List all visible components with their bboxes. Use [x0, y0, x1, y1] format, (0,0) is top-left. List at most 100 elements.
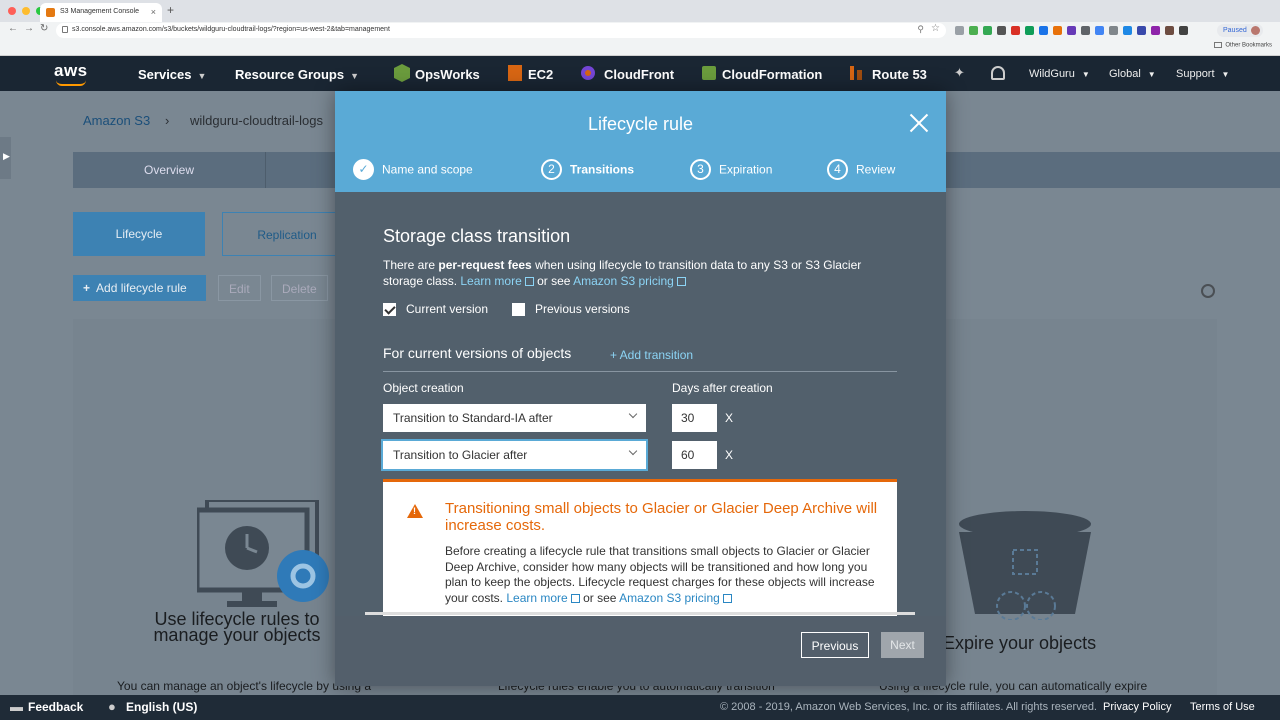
breadcrumb-amazon-s3[interactable]: Amazon S3 — [83, 113, 150, 128]
bookmark-star-icon[interactable]: ☆ — [931, 23, 940, 34]
cloudformation-link[interactable]: CloudFormation — [722, 67, 822, 82]
minimize-window-icon[interactable] — [22, 7, 30, 15]
remove-transition-1[interactable]: X — [725, 411, 733, 425]
subtab-lifecycle[interactable]: Lifecycle — [73, 212, 205, 256]
refresh-icon[interactable] — [1201, 284, 1215, 298]
add-lifecycle-rule-button[interactable]: + Add lifecycle rule — [73, 275, 206, 301]
tab-bar: S3 Management Console × + — [0, 0, 1280, 22]
next-button[interactable]: Next — [881, 632, 924, 658]
reload-icon[interactable]: ↻ — [40, 23, 48, 34]
aws-smile-icon — [56, 80, 86, 86]
new-tab-icon[interactable]: + — [167, 3, 174, 17]
pricing-link[interactable]: Amazon S3 pricing — [619, 591, 720, 605]
extension-icon[interactable] — [969, 26, 978, 35]
bell-icon[interactable] — [991, 66, 1005, 80]
chevron-down-icon: ▼ — [1147, 70, 1156, 79]
cloudformation-icon — [702, 66, 716, 80]
extension-icon[interactable] — [1053, 26, 1062, 35]
close-icon[interactable] — [909, 113, 929, 133]
aws-logo[interactable]: aws — [54, 61, 88, 81]
forward-icon[interactable]: → — [24, 23, 34, 34]
services-menu[interactable]: Services ▼ — [138, 67, 206, 82]
step-name-and-scope[interactable]: ✓ Name and scope — [353, 159, 473, 181]
tab-overview[interactable]: Overview — [73, 152, 266, 188]
extension-icon[interactable] — [1067, 26, 1076, 35]
edit-button[interactable]: Edit — [218, 275, 261, 301]
extension-icon[interactable] — [1123, 26, 1132, 35]
step-transitions[interactable]: 2 Transitions — [541, 159, 634, 181]
days-input-2[interactable]: 60 — [672, 441, 717, 469]
previous-versions-checkbox[interactable]: Previous versions — [512, 302, 630, 317]
extension-icon[interactable] — [1011, 26, 1020, 35]
chevron-down-icon: ▼ — [1081, 70, 1090, 79]
step-number: 2 — [541, 159, 562, 180]
extension-icon[interactable] — [1137, 26, 1146, 35]
zoom-icon[interactable]: ⚲ — [917, 24, 924, 35]
opsworks-link[interactable]: OpsWorks — [415, 67, 480, 82]
privacy-policy-link[interactable]: Privacy Policy — [1103, 701, 1171, 713]
chevron-down-icon — [628, 446, 638, 456]
transition-select-2[interactable]: Transition to Glacier after — [381, 439, 648, 471]
step-expiration[interactable]: 3 Expiration — [690, 159, 772, 181]
opsworks-icon — [394, 64, 410, 82]
previous-versions-label: Previous versions — [535, 302, 630, 316]
extension-icon[interactable] — [1081, 26, 1090, 35]
current-version-checkbox[interactable]: Current version — [383, 302, 488, 317]
cloudfront-icon — [581, 66, 595, 80]
step-label: Review — [856, 162, 896, 177]
pricing-link[interactable]: Amazon S3 pricing — [573, 274, 674, 288]
route53-link[interactable]: Route 53 — [872, 67, 927, 82]
feedback-link[interactable]: Feedback — [28, 700, 83, 714]
browser-tab-title: S3 Management Console — [60, 8, 139, 15]
language-selector[interactable]: English (US) — [126, 700, 197, 714]
add-transition-link[interactable]: + Add transition — [610, 348, 693, 362]
horizontal-scrollbar[interactable] — [365, 612, 915, 615]
cloudfront-link[interactable]: CloudFront — [604, 67, 674, 82]
remove-transition-2[interactable]: X — [725, 448, 733, 462]
days-input-1[interactable]: 30 — [672, 404, 717, 432]
extension-icon[interactable] — [1039, 26, 1048, 35]
sidebar-toggle[interactable]: ▶ — [0, 137, 11, 179]
extension-icon[interactable] — [1025, 26, 1034, 35]
subtab-replication[interactable]: Replication — [222, 212, 352, 256]
checkbox-checked-icon[interactable] — [383, 303, 396, 317]
close-tab-icon[interactable]: × — [151, 7, 156, 17]
address-bar[interactable]: s3.console.aws.amazon.com/s3/buckets/wil… — [56, 23, 946, 38]
transition-select-1[interactable]: Transition to Standard-IA after — [383, 404, 646, 432]
learn-more-link[interactable]: Learn more — [506, 591, 567, 605]
step-review[interactable]: 4 Review — [827, 159, 895, 181]
current-versions-heading: For current versions of objects — [383, 345, 572, 361]
extension-icon[interactable] — [997, 26, 1006, 35]
extension-icon[interactable] — [1109, 26, 1118, 35]
other-bookmarks[interactable]: Other Bookmarks — [1214, 42, 1272, 49]
browser-tab[interactable]: S3 Management Console × — [40, 3, 162, 22]
learn-more-link[interactable]: Learn more — [460, 274, 521, 288]
resource-groups-menu[interactable]: Resource Groups ▼ — [235, 67, 359, 82]
extension-icon[interactable] — [955, 26, 964, 35]
extension-icon[interactable] — [1165, 26, 1174, 35]
modal-body: Storage class transition There are per-r… — [335, 192, 946, 616]
extension-icon[interactable] — [1095, 26, 1104, 35]
other-bookmarks-label: Other Bookmarks — [1225, 42, 1272, 49]
hero-title-right: Expire your objects — [943, 633, 1097, 653]
or-see-text: or see — [533, 274, 574, 288]
profile-paused-button[interactable]: Paused — [1217, 24, 1263, 37]
ec2-link[interactable]: EC2 — [528, 67, 553, 82]
days-after-creation-label: Days after creation — [672, 381, 773, 395]
region-menu[interactable]: Global ▼ — [1109, 68, 1156, 80]
extension-icon[interactable] — [983, 26, 992, 35]
previous-button[interactable]: Previous — [801, 632, 869, 658]
account-menu[interactable]: WildGuru ▼ — [1029, 68, 1090, 80]
checkbox-unchecked-icon[interactable] — [512, 303, 525, 317]
breadcrumb-bucket: wildguru-cloudtrail-logs — [190, 113, 323, 128]
terms-of-use-link[interactable]: Terms of Use — [1190, 701, 1255, 713]
support-label: Support — [1176, 68, 1215, 80]
extension-icon[interactable] — [1179, 26, 1188, 35]
url-row: ← → ↻ s3.console.aws.amazon.com/s3/bucke… — [0, 22, 1280, 40]
back-icon[interactable]: ← — [8, 23, 18, 34]
delete-button[interactable]: Delete — [271, 275, 328, 301]
extension-icon[interactable] — [1151, 26, 1160, 35]
close-window-icon[interactable] — [8, 7, 16, 15]
support-menu[interactable]: Support ▼ — [1176, 68, 1229, 80]
pin-icon[interactable]: ✦ — [954, 65, 965, 81]
